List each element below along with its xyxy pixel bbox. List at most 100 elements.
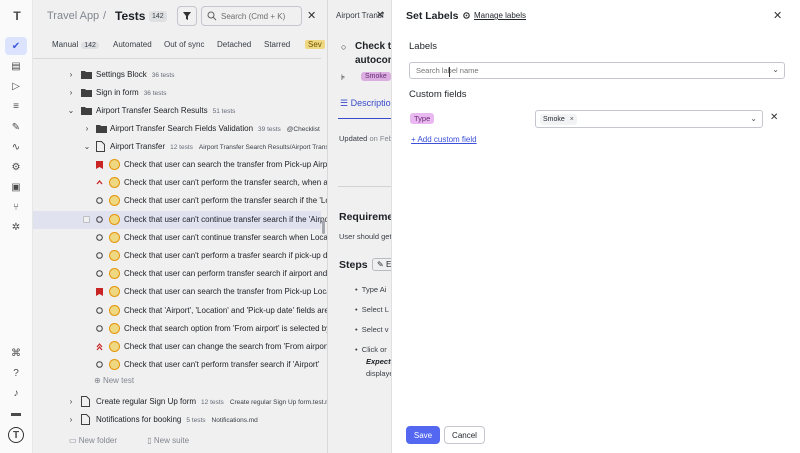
tree-footer: ▭ New folder ▯ New suite: [69, 436, 217, 445]
tab-starred[interactable]: Starred: [264, 40, 290, 49]
chevron-right-icon[interactable]: ›: [67, 88, 75, 97]
test-case-row[interactable]: Check that user can search the transfer …: [33, 283, 331, 301]
chevron-down-icon[interactable]: ⌄: [67, 106, 75, 115]
folder-open-icon: [81, 107, 92, 115]
row-checkbox[interactable]: [83, 215, 90, 223]
test-case-row[interactable]: Check that user can change the search fr…: [33, 338, 330, 356]
help-icon[interactable]: ?: [9, 366, 23, 380]
suite-name: Notifications for booking: [96, 415, 182, 424]
suite-create-sign-up-form[interactable]: › Create regular Sign Up form 12 tests Cre…: [33, 393, 334, 411]
suite-fields-validation[interactable]: › Airport Transfer Search Fields Validat…: [33, 120, 321, 138]
manage-labels-link[interactable]: Manage labels: [462, 11, 526, 20]
filter-button[interactable]: [177, 6, 197, 26]
step-text: Click or: [361, 345, 387, 354]
chevron-right-icon[interactable]: ›: [67, 70, 75, 79]
remove-field-icon[interactable]: ✕: [770, 112, 778, 123]
bell-icon[interactable]: ♪: [9, 386, 23, 400]
tab-manual[interactable]: Manual 142: [52, 40, 99, 49]
brush-icon[interactable]: ✎: [9, 120, 23, 134]
resize-handle[interactable]: [322, 220, 325, 234]
assignee-avatar: [109, 304, 120, 316]
chip-remove-icon[interactable]: ×: [570, 116, 574, 123]
suite-airport-transfer[interactable]: ⌄ Airport Transfer 12 tests Airport Transf…: [33, 138, 330, 156]
pulse-icon[interactable]: ∿: [9, 140, 23, 154]
edit-steps-button[interactable]: ✎ E: [372, 258, 393, 271]
breadcrumb-project[interactable]: Travel App: [47, 10, 99, 22]
suite-settings-block[interactable]: › Settings Block 36 tests: [33, 66, 321, 84]
branch-icon[interactable]: ⑂: [9, 200, 23, 214]
priority-very-high-icon: [96, 342, 103, 350]
file-icon: [81, 414, 90, 425]
suite-count: 12 tests: [170, 144, 193, 151]
chevron-down-icon[interactable]: ⌄: [83, 142, 91, 151]
gear-icon[interactable]: ✲: [9, 220, 23, 234]
test-case-row[interactable]: Check that user can search the transfer …: [33, 156, 332, 174]
test-case-row[interactable]: Check that user can't continue transfer …: [33, 229, 330, 247]
updated-date: on Feb: [369, 134, 393, 143]
testomat-logo-icon[interactable]: T: [10, 9, 24, 23]
test-case-row[interactable]: Check that 'Airport', 'Location' and 'Pi…: [33, 302, 329, 320]
test-case-row[interactable]: Check that user can't perform the transf…: [33, 192, 330, 210]
test-case-title: Check that user can't perform a trasfer …: [124, 251, 332, 260]
suite-name: Sign in form: [96, 88, 139, 97]
tests-nav-icon[interactable]: ✔: [5, 37, 27, 55]
status-circle-icon: ○: [341, 42, 347, 52]
test-case-row[interactable]: Check that user can't continue transfer …: [33, 210, 332, 229]
test-case-row[interactable]: Check that user can perform transfer sea…: [33, 265, 327, 283]
chevron-right-icon[interactable]: ›: [67, 397, 75, 406]
custom-field-value-select[interactable]: Smoke × ⌄: [535, 110, 763, 128]
close-icon[interactable]: ✕: [376, 10, 384, 21]
list-check-icon[interactable]: ≡: [9, 99, 23, 113]
chevron-down-icon[interactable]: ⌄: [772, 65, 779, 74]
labels-search-input[interactable]: [416, 66, 736, 75]
chevron-down-icon[interactable]: ⌄: [750, 114, 757, 123]
avatar[interactable]: T: [8, 427, 24, 443]
description-tab[interactable]: ☰ Descriptio: [340, 98, 391, 109]
suite-name: Airport Transfer Search Results: [96, 106, 208, 115]
play-circle-icon[interactable]: ▷: [9, 79, 23, 93]
clipboard-icon[interactable]: ▤: [9, 59, 23, 73]
search-box[interactable]: [201, 6, 302, 26]
value-chip: Smoke ×: [540, 114, 577, 125]
detail-heading-line1: Check th: [355, 41, 393, 52]
tab-detached[interactable]: Detached: [217, 40, 251, 49]
suite-airport-transfer-search-results[interactable]: ⌄ Airport Transfer Search Results 51 test…: [33, 102, 321, 120]
tests-header: Travel App / Tests 142 ✕: [33, 0, 321, 33]
new-suite-button[interactable]: ▯ New suite: [147, 436, 203, 445]
settings-icon[interactable]: ⚙: [9, 160, 23, 174]
new-folder-button[interactable]: ▭ New folder: [69, 436, 131, 445]
add-custom-field-link[interactable]: + Add custom field: [411, 135, 477, 144]
new-suite-label: New suite: [153, 436, 190, 445]
assignee-avatar: [109, 322, 120, 334]
test-case-title: Check that 'Airport', 'Location' and 'Pi…: [124, 305, 329, 315]
status-circle-icon: [96, 233, 103, 241]
close-icon[interactable]: ✕: [307, 9, 316, 22]
suite-label: Sign in form 36 tests: [96, 88, 166, 97]
tab-automated[interactable]: Automated: [113, 40, 152, 49]
status-circle-icon: [96, 270, 103, 277]
cancel-button[interactable]: Cancel: [444, 426, 485, 444]
tab-severity[interactable]: Sev: [305, 40, 325, 49]
chevron-right-icon[interactable]: ›: [67, 415, 75, 424]
suite-notifications-for-booking[interactable]: › Notifications for booking 5 tests Notifi…: [33, 411, 321, 429]
save-button[interactable]: Save: [406, 426, 440, 444]
assignee-avatar: [109, 159, 120, 170]
labels-select[interactable]: ⌄: [409, 62, 785, 79]
test-case-title: Check that user can't perform the transf…: [124, 178, 330, 188]
step-item: • Select L: [355, 305, 389, 314]
suite-count: 12 tests: [201, 399, 224, 406]
image-icon[interactable]: ▣: [9, 180, 23, 194]
tab-out-of-sync[interactable]: Out of sync: [164, 40, 204, 49]
test-case-row[interactable]: Check that user can't perform the transf…: [33, 174, 330, 192]
search-input[interactable]: [221, 10, 299, 23]
close-icon[interactable]: ✕: [773, 9, 782, 22]
command-icon[interactable]: ⌘: [9, 346, 23, 360]
test-case-row[interactable]: Check that search option from 'From airp…: [33, 320, 330, 338]
chevron-right-icon[interactable]: ›: [83, 124, 91, 133]
folder-icon[interactable]: ▬: [9, 406, 23, 420]
status-circle-icon: [96, 197, 103, 205]
new-test-row[interactable]: ⊕ New test: [33, 372, 321, 390]
test-case-row[interactable]: Check that user can't perform a trasfer …: [33, 247, 332, 265]
priority-high-icon: [96, 287, 103, 296]
suite-sign-in-form[interactable]: › Sign in form 36 tests: [33, 84, 321, 102]
